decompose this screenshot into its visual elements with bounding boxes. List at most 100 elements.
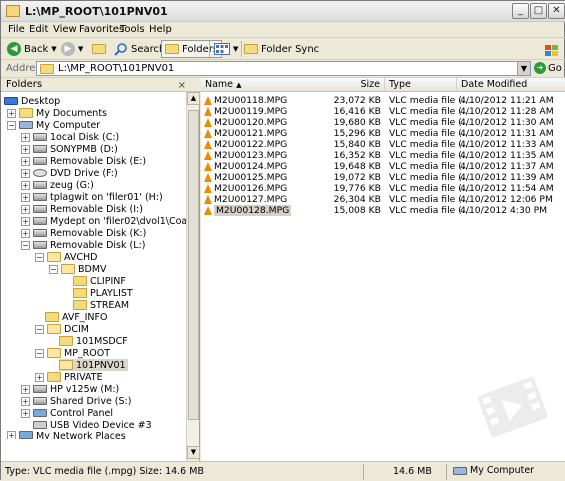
file-row[interactable]: M2U00124.MPG 19,648 KB VLC media file (...…	[201, 161, 565, 172]
tree-item-playlist[interactable]: PLAYLIST	[73, 287, 133, 299]
title-bar[interactable]: L:\MP_ROOT\101PNV01 _ □ ✕	[1, 1, 565, 22]
file-row[interactable]: M2U00118.MPG 23,072 KB VLC media file (...…	[201, 95, 565, 106]
file-row[interactable]: M2U00121.MPG 15,296 KB VLC media file (...…	[201, 128, 565, 139]
file-name: M2U00128.MPG	[214, 205, 292, 216]
expand-icon[interactable]: +	[21, 384, 30, 394]
folders-vertical-scrollbar[interactable]: ▲ ▼	[186, 92, 200, 461]
menu-favorites[interactable]: Favorites	[79, 24, 124, 35]
address-dropdown-button[interactable]: ▼	[517, 62, 530, 75]
tree-item-avf-info[interactable]: AVF_INFO	[45, 311, 107, 323]
file-row[interactable]: M2U00127.MPG 26,304 KB VLC media file (...…	[201, 194, 565, 205]
menu-view[interactable]: View	[53, 24, 77, 35]
file-row[interactable]: M2U00128.MPG 15,008 KB VLC media file (...…	[201, 205, 565, 216]
collapse-icon[interactable]: −	[49, 264, 58, 274]
expand-icon[interactable]: +	[7, 108, 16, 118]
tree-item-my-network-places[interactable]: + My Network Places	[7, 431, 126, 439]
tree-item-my-computer[interactable]: − My Computer	[7, 119, 100, 131]
expand-icon[interactable]: +	[21, 180, 30, 190]
tree-item-local-disk-c[interactable]: +1ocal Disk (C:)	[21, 131, 119, 143]
column-label: Type	[389, 79, 411, 90]
scroll-down-arrow-icon[interactable]: ▼	[187, 446, 200, 459]
expand-icon[interactable]: +	[21, 168, 30, 178]
tree-item-shared-s[interactable]: + Shared Drive (S:)	[21, 395, 131, 407]
folders-label: Folders	[182, 43, 219, 55]
tree-label: tplagwit on 'filer01' (H:)	[50, 191, 163, 203]
file-row[interactable]: M2U00123.MPG 16,352 KB VLC media file (...…	[201, 150, 565, 161]
collapse-icon[interactable]: −	[7, 120, 16, 130]
tree-item-removable-e[interactable]: + Removable Disk (E:)	[21, 155, 146, 167]
scroll-thumb[interactable]	[188, 110, 199, 420]
tree-item-101pnv01[interactable]: 101PNV01	[59, 359, 128, 371]
go-button[interactable]: ➔ Go	[534, 62, 562, 74]
tree-item-desktop[interactable]: Desktop	[4, 95, 60, 107]
maximize-button[interactable]: □	[530, 3, 547, 19]
file-size: 19,648 KB	[333, 161, 381, 172]
expand-icon[interactable]: +	[21, 204, 30, 214]
tree-item-sonypmb-d[interactable]: + SONYPMB (D:)	[21, 143, 118, 155]
tree-item-tplagwit-h[interactable]: + tplagwit on 'filer01' (H:)	[21, 191, 163, 203]
folder-icon	[73, 276, 87, 286]
tree-item-mp-root[interactable]: − MP_ROOT	[35, 347, 110, 359]
menu-file[interactable]: File	[8, 24, 25, 35]
search-button[interactable]: Search	[114, 40, 165, 58]
tree-item-hp-m[interactable]: + HP v125w (M:)	[21, 383, 119, 395]
file-size: 19,776 KB	[333, 183, 381, 194]
expand-icon[interactable]: +	[21, 192, 30, 202]
views-button[interactable]: ▼	[214, 40, 238, 58]
expand-icon[interactable]: +	[21, 156, 30, 166]
tree-item-mydept-j[interactable]: + Mydept on 'filer02\dvol1\Coas\Lcs' (J:)	[21, 215, 186, 227]
tree-item-control-panel[interactable]: + Control Panel	[21, 407, 113, 419]
expand-icon[interactable]: +	[21, 228, 30, 238]
tree-item-bdmv[interactable]: − BDMV	[49, 263, 107, 275]
menu-edit[interactable]: Edit	[29, 24, 48, 35]
tree-item-removable-k[interactable]: + Removable Disk (K:)	[21, 227, 146, 239]
expand-icon[interactable]: +	[21, 132, 30, 142]
status-size: 14.6 MB	[393, 466, 432, 477]
collapse-icon[interactable]: −	[21, 240, 30, 250]
tree-item-101msdcf[interactable]: 101MSDCF	[59, 335, 128, 347]
expand-icon[interactable]: +	[35, 372, 44, 382]
collapse-icon[interactable]: −	[35, 252, 44, 262]
menu-tools[interactable]: Tools	[120, 24, 145, 35]
file-row[interactable]: M2U00125.MPG 19,072 KB VLC media file (...…	[201, 172, 565, 183]
collapse-icon[interactable]: −	[35, 324, 44, 334]
tree-item-dcim[interactable]: − DCIM	[35, 323, 89, 335]
tree-item-dvd-f[interactable]: + DVD Drive (F:)	[21, 167, 118, 179]
close-button[interactable]: ✕	[548, 3, 565, 19]
column-header-date-modified[interactable]: Date Modified	[457, 78, 565, 92]
tree-item-removable-l[interactable]: − Removable Disk (L:)	[21, 239, 145, 251]
folder-sync-button[interactable]: Folder Sync	[244, 40, 319, 58]
minimize-button[interactable]: _	[512, 3, 529, 19]
menu-help[interactable]: Help	[149, 24, 172, 35]
file-row[interactable]: M2U00120.MPG 19,680 KB VLC media file (...…	[201, 117, 565, 128]
forward-arrow-icon: ▶	[61, 42, 75, 56]
folders-pane-close-button[interactable]: ×	[178, 79, 186, 92]
tree-item-avchd[interactable]: − AVCHD	[35, 251, 97, 263]
tree-item-my-documents[interactable]: + My Documents	[7, 107, 107, 119]
expand-icon[interactable]: +	[21, 216, 30, 226]
tree-item-stream[interactable]: STREAM	[73, 299, 129, 311]
back-button[interactable]: ◀ Back ▼	[7, 40, 57, 58]
file-row[interactable]: M2U00126.MPG 19,776 KB VLC media file (...…	[201, 183, 565, 194]
address-input[interactable]: L:\MP_ROOT\101PNV01 ▼	[36, 61, 531, 76]
expand-icon[interactable]: +	[21, 144, 30, 154]
expand-icon[interactable]: +	[21, 396, 30, 406]
tree-item-private[interactable]: + PRIVATE	[35, 371, 103, 383]
folders-button[interactable]: Folders	[161, 40, 223, 58]
tree-item-clipinf[interactable]: CLIPINF	[73, 275, 126, 287]
tree-item-usb-video[interactable]: USB Video Device #3	[33, 419, 152, 431]
column-header-type[interactable]: Type	[385, 78, 457, 92]
expand-icon[interactable]: +	[21, 408, 30, 418]
tree-item-removable-i[interactable]: + Removable Disk (I:)	[21, 203, 143, 215]
tree-item-zeug-g[interactable]: + zeug (G:)	[21, 179, 94, 191]
scroll-up-arrow-icon[interactable]: ▲	[187, 92, 200, 105]
file-row[interactable]: M2U00122.MPG 15,840 KB VLC media file (...…	[201, 139, 565, 150]
forward-button[interactable]: ▶ ▼	[61, 40, 83, 58]
expand-icon[interactable]: +	[7, 431, 16, 439]
file-row[interactable]: M2U00119.MPG 16,416 KB VLC media file (...…	[201, 106, 565, 117]
column-header-size[interactable]: Size	[311, 78, 385, 92]
collapse-icon[interactable]: −	[35, 348, 44, 358]
up-folder-button[interactable]	[92, 40, 106, 58]
tree-label: AVF_INFO	[62, 311, 108, 323]
vlc-file-icon	[204, 172, 212, 183]
